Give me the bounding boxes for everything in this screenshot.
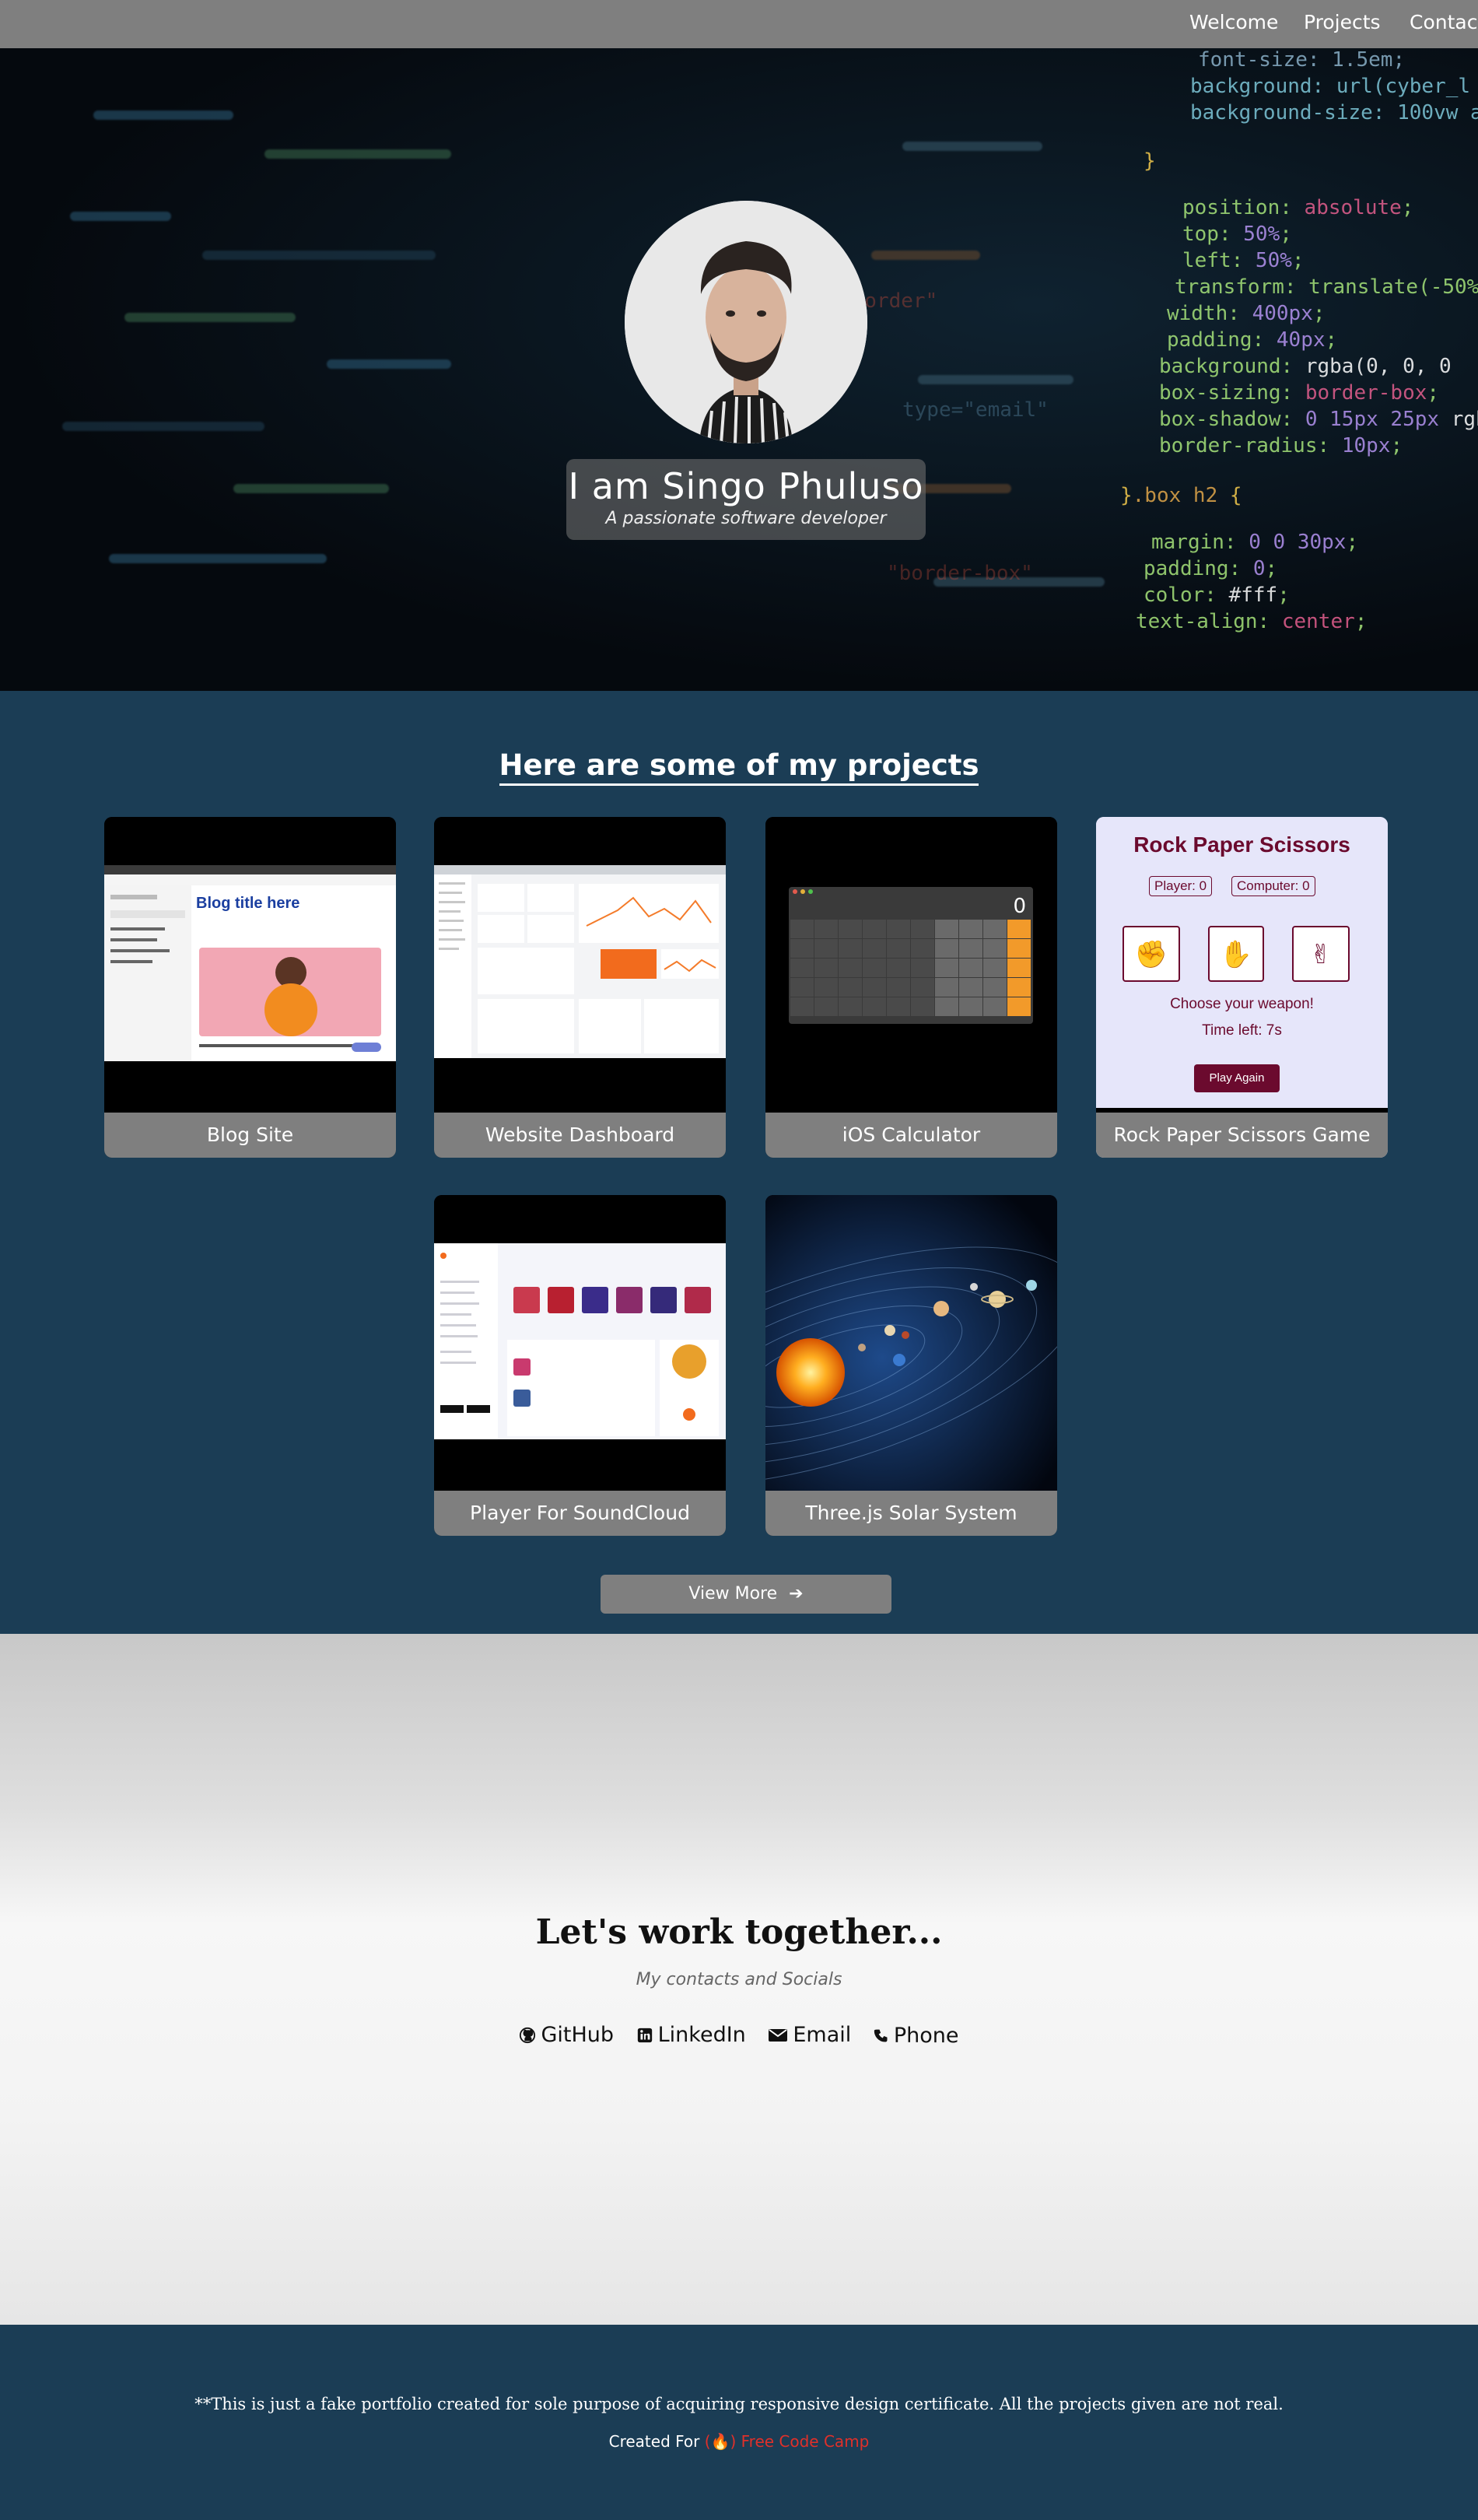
welcome-section: font-size: 1.5em; background: url(cyber_… — [0, 48, 1478, 691]
project-label: Player For SoundCloud — [434, 1491, 726, 1536]
view-more-label: View More — [688, 1584, 778, 1603]
project-label: iOS Calculator — [765, 1113, 1057, 1158]
contact-subtitle: My contacts and Socials — [636, 1970, 842, 1989]
rps-title: Rock Paper Scissors — [1133, 832, 1350, 857]
project-card-soundcloud[interactable]: Player For SoundCloud — [434, 1195, 726, 1536]
footer-credit: Created For (🔥) Free Code Camp — [0, 2432, 1478, 2451]
phone-icon — [874, 2029, 888, 2042]
calculator-display: 0 — [1013, 895, 1026, 918]
blog-thumb-title: Blog title here — [196, 895, 300, 912]
project-thumbnail — [765, 1195, 1057, 1491]
project-thumbnail — [434, 817, 726, 1113]
github-link[interactable]: GitHub — [519, 2023, 614, 2047]
envelope-icon — [769, 2028, 788, 2042]
nav-welcome-link[interactable]: Welcome — [1189, 11, 1278, 33]
credit-prefix: Created For — [608, 2432, 700, 2451]
project-label: Rock Paper Scissors Game — [1096, 1113, 1388, 1158]
footer-disclaimer: **This is just a fake portfolio created … — [194, 2395, 1284, 2413]
profile-photo — [625, 201, 867, 443]
phone-label: Phone — [893, 2024, 959, 2048]
project-card-rps[interactable]: Rock Paper Scissors Player: 0 Computer: … — [1096, 817, 1388, 1158]
project-card-solar-system[interactable]: Three.js Solar System — [765, 1195, 1057, 1536]
github-label: GitHub — [541, 2023, 615, 2047]
rps-play-again-button[interactable]: Play Again — [1194, 1064, 1280, 1092]
project-thumbnail: 0 — [765, 817, 1057, 1113]
projects-heading: Here are some of my projects — [499, 748, 979, 786]
email-link[interactable]: Email — [768, 2023, 851, 2047]
footer: **This is just a fake portfolio created … — [0, 2325, 1478, 2520]
rps-scissors-button[interactable]: ✌ — [1292, 926, 1350, 982]
github-icon — [520, 2027, 536, 2043]
rps-computer-score: Computer: 0 — [1231, 876, 1315, 896]
hero-tagline: A passionate software developer — [605, 509, 887, 528]
project-label: Website Dashboard — [434, 1113, 726, 1158]
project-thumbnail — [434, 1195, 726, 1491]
contact-section: Let's work together... My contacts and S… — [0, 1634, 1478, 2325]
project-card-dashboard[interactable]: Website Dashboard — [434, 817, 726, 1158]
email-label: Email — [793, 2023, 852, 2047]
contact-heading: Let's work together... — [535, 1912, 943, 1952]
project-label: Blog Site — [104, 1113, 396, 1158]
rps-prompt: Choose your weapon! — [1170, 996, 1314, 1012]
social-links: GitHub LinkedIn Email Phone — [0, 2023, 1478, 2049]
linkedin-icon — [637, 2028, 652, 2042]
project-label: Three.js Solar System — [765, 1491, 1057, 1536]
view-more-button[interactable]: View More ➔ — [601, 1575, 891, 1614]
fire-icon: (🔥) — [704, 2432, 737, 2451]
rps-rock-button[interactable]: ✊ — [1123, 926, 1180, 982]
fcc-link[interactable]: (🔥) Free Code Camp — [705, 2432, 870, 2451]
linkedin-link[interactable]: LinkedIn — [636, 2023, 746, 2047]
nav-contact-link[interactable]: Contact — [1410, 11, 1478, 33]
projects-section: Here are some of my projects Blog title … — [0, 691, 1478, 1634]
nav-projects-link[interactable]: Projects — [1304, 11, 1381, 33]
project-card-calculator[interactable]: 0 iOS Calculator — [765, 817, 1057, 1158]
project-thumbnail: Blog title here — [104, 817, 396, 1113]
phone-link[interactable]: Phone — [874, 2024, 959, 2048]
linkedin-label: LinkedIn — [657, 2023, 746, 2047]
arrow-right-icon: ➔ — [789, 1584, 804, 1603]
project-thumbnail: Rock Paper Scissors Player: 0 Computer: … — [1096, 817, 1388, 1113]
rps-player-score: Player: 0 — [1149, 876, 1213, 896]
rps-paper-button[interactable]: ✋ — [1208, 926, 1264, 982]
intro-box: I am Singo Phuluso A passionate software… — [566, 459, 926, 540]
hero-name: I am Singo Phuluso — [568, 465, 924, 507]
project-card-blog[interactable]: Blog title here Blog Site — [104, 817, 396, 1158]
rps-timer: Time left: 7s — [1202, 1022, 1282, 1039]
top-navbar: Welcome Projects Contact — [0, 0, 1478, 48]
fcc-link-label: Free Code Camp — [741, 2432, 870, 2451]
